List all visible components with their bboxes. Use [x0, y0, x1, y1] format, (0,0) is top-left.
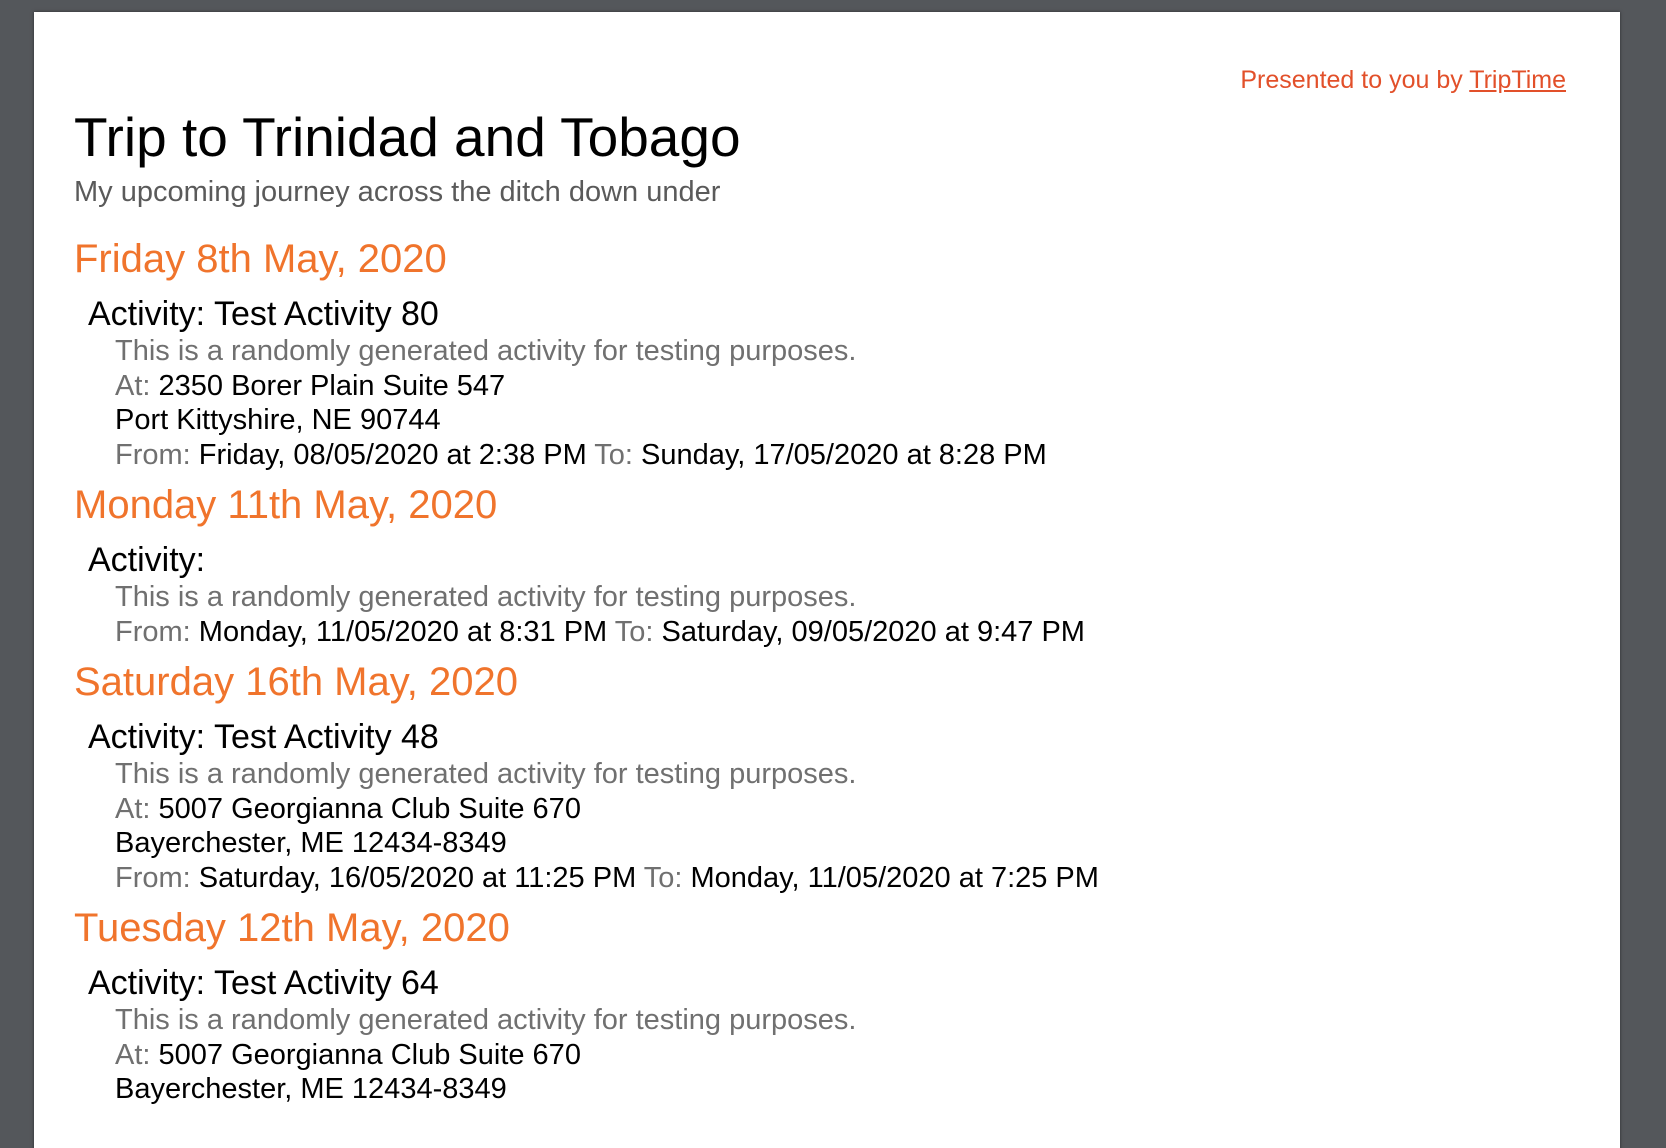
day-section: Tuesday 12th May, 2020 Activity: Test Ac… — [74, 903, 1620, 1107]
to-label: To: — [607, 615, 662, 648]
trip-subtitle: My upcoming journey across the ditch dow… — [74, 176, 721, 208]
activity-dates: From: Friday, 08/05/2020 at 2:38 PM To: … — [115, 438, 1620, 473]
to-value: Sunday, 17/05/2020 at 8:28 PM — [641, 438, 1047, 471]
activity-details: This is a randomly generated activity fo… — [88, 1003, 1620, 1107]
activity-name: Test Activity 80 — [213, 295, 439, 333]
address-line2: Port Kittyshire, NE 90744 — [115, 404, 441, 436]
activity-address: At: 5007 Georgianna Club Suite 670 — [115, 1038, 1620, 1073]
activity-label: Activity: — [88, 541, 206, 579]
activity-description: This is a randomly generated activity fo… — [115, 758, 857, 790]
activity-details: This is a randomly generated activity fo… — [88, 580, 1620, 649]
activity-entry: Activity: Test Activity 48 This is a ran… — [74, 717, 1620, 895]
address-line1: 5007 Georgianna Club Suite 670 — [158, 792, 581, 825]
activity-dates: From: Saturday, 16/05/2020 at 11:25 PM T… — [115, 861, 1620, 896]
activity-title: Activity: Test Activity 48 — [88, 717, 1620, 757]
day-section: Saturday 16th May, 2020 Activity: Test A… — [74, 657, 1620, 895]
address-line2: Bayerchester, ME 12434-8349 — [115, 827, 507, 859]
activity-label: Activity: — [88, 295, 214, 333]
at-label: At: — [115, 1038, 159, 1071]
from-value: Monday, 11/05/2020 at 8:31 PM — [198, 615, 608, 648]
to-label: To: — [586, 438, 642, 471]
presented-by-text: Presented to you by — [1240, 66, 1470, 94]
to-value: Saturday, 09/05/2020 at 9:47 PM — [661, 615, 1085, 648]
address-line1: 5007 Georgianna Club Suite 670 — [158, 1038, 581, 1071]
day-heading: Tuesday 12th May, 2020 — [74, 906, 510, 950]
from-value: Saturday, 16/05/2020 at 11:25 PM — [198, 861, 637, 894]
at-label: At: — [115, 369, 159, 402]
from-label: From: — [115, 861, 199, 894]
activity-name: Test Activity 48 — [213, 718, 439, 756]
to-value: Monday, 11/05/2020 at 7:25 PM — [690, 861, 1099, 894]
activity-entry: Activity: Test Activity 64 This is a ran… — [74, 963, 1620, 1107]
activity-details: This is a randomly generated activity fo… — [88, 334, 1620, 472]
activity-title: Activity: Test Activity 80 — [88, 294, 1620, 334]
day-heading: Monday 11th May, 2020 — [74, 483, 498, 527]
document-page: Presented to you by TripTime Trip to Tri… — [34, 12, 1620, 1148]
activity-description: This is a randomly generated activity fo… — [115, 1004, 857, 1036]
activity-label: Activity: — [88, 718, 214, 756]
activity-label: Activity: — [88, 964, 214, 1002]
address-line2: Bayerchester, ME 12434-8349 — [115, 1073, 507, 1105]
activity-address: At: 5007 Georgianna Club Suite 670 — [115, 792, 1620, 827]
from-label: From: — [115, 615, 199, 648]
triptime-link[interactable]: TripTime — [1469, 66, 1566, 94]
day-section: Friday 8th May, 2020 Activity: Test Acti… — [74, 234, 1620, 472]
activity-entry: Activity: Test Activity 80 This is a ran… — [74, 294, 1620, 472]
activity-title: Activity: — [88, 540, 1620, 580]
to-label: To: — [636, 861, 691, 894]
activity-title: Activity: Test Activity 64 — [88, 963, 1620, 1003]
activity-description: This is a randomly generated activity fo… — [115, 581, 857, 613]
pdf-viewer: Presented to you by TripTime Trip to Tri… — [0, 0, 1666, 1148]
day-heading: Saturday 16th May, 2020 — [74, 660, 518, 704]
from-value: Friday, 08/05/2020 at 2:38 PM — [198, 438, 587, 471]
day-section: Monday 11th May, 2020 Activity: This is … — [74, 480, 1620, 649]
activity-name: Test Activity 64 — [213, 964, 439, 1002]
activity-dates: From: Monday, 11/05/2020 at 8:31 PM To: … — [115, 615, 1620, 650]
presented-by: Presented to you by TripTime — [1240, 66, 1566, 95]
activity-entry: Activity: This is a randomly generated a… — [74, 540, 1620, 649]
activity-description: This is a randomly generated activity fo… — [115, 335, 857, 367]
day-heading: Friday 8th May, 2020 — [74, 237, 447, 281]
address-line1: 2350 Borer Plain Suite 547 — [158, 369, 506, 402]
from-label: From: — [115, 438, 199, 471]
itinerary: Friday 8th May, 2020 Activity: Test Acti… — [74, 234, 1620, 1115]
activity-address: At: 2350 Borer Plain Suite 547 — [115, 369, 1620, 404]
activity-details: This is a randomly generated activity fo… — [88, 757, 1620, 895]
at-label: At: — [115, 792, 159, 825]
trip-title: Trip to Trinidad and Tobago — [74, 106, 741, 168]
page-bottom-fade — [34, 1132, 1620, 1148]
